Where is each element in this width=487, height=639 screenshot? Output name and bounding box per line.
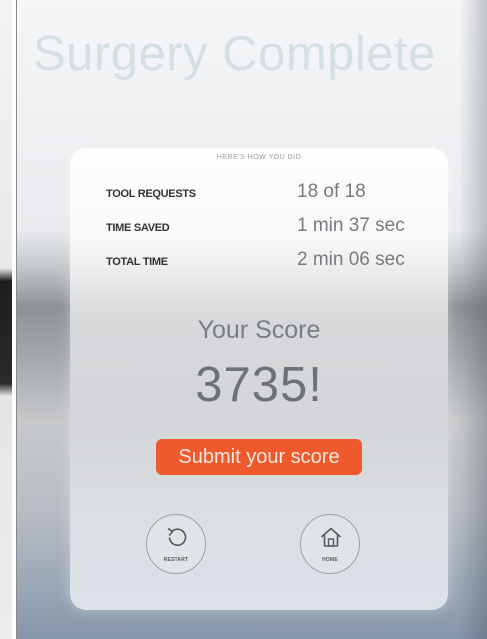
home-button[interactable]: HOME [300, 514, 360, 574]
stat-label: TOTAL TIME [106, 256, 168, 268]
restart-label: RESTART [163, 557, 189, 563]
stat-label: TOOL REQUESTS [106, 188, 196, 200]
restart-button[interactable]: RESTART [146, 514, 206, 574]
stat-value: 1 min 37 sec [297, 215, 405, 236]
stat-label: TIME SAVED [106, 222, 170, 234]
stat-row-time-saved: TIME SAVED 1 min 37 sec [106, 212, 436, 246]
stat-row-tool-requests: TOOL REQUESTS 18 of 18 [106, 178, 436, 212]
restart-icon [167, 528, 187, 547]
results-card: HERE'S HOW YOU DID TOOL REQUESTS 18 of 1… [70, 148, 448, 610]
home-icon [321, 527, 341, 547]
stat-value: 18 of 18 [297, 181, 366, 202]
submit-score-button[interactable]: Submit your score [156, 439, 362, 475]
results-header: HERE'S HOW YOU DID [216, 154, 302, 161]
game-screen: Surgery Complete HERE'S HOW YOU DID TOOL… [17, 0, 487, 639]
page-title: Surgery Complete [33, 27, 436, 81]
screenshot-frame: Surgery Complete HERE'S HOW YOU DID TOOL… [0, 0, 487, 639]
home-label: HOME [322, 557, 338, 563]
adjacent-window-edge [0, 0, 12, 639]
score-value: 3735! [195, 358, 323, 412]
stats-list: TOOL REQUESTS 18 of 18 TIME SAVED 1 min … [106, 178, 436, 280]
stat-value: 2 min 06 sec [297, 249, 405, 270]
score-label: Your Score [197, 316, 321, 344]
stat-row-total-time: TOTAL TIME 2 min 06 sec [106, 246, 436, 280]
